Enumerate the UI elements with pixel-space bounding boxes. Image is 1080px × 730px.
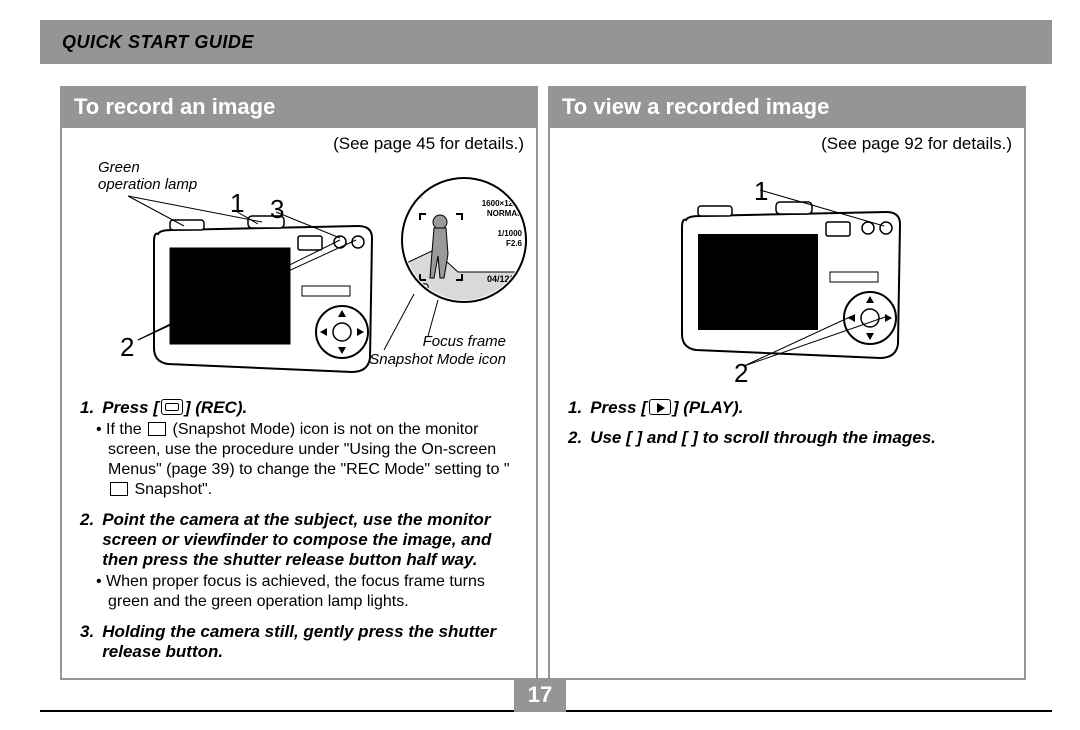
page-number: 17: [514, 678, 566, 712]
step-text: Holding the camera still, gently press t…: [102, 622, 518, 662]
callout-2: 2: [120, 332, 134, 363]
step-number: 2.: [568, 428, 582, 448]
step-number: 2.: [80, 510, 94, 570]
t: Press [: [102, 398, 159, 417]
svg-text:04/12/24: 04/12/24: [487, 274, 522, 284]
callout-1: 1: [754, 176, 768, 207]
callout-2: 2: [734, 358, 748, 389]
annot-focus-frame: Focus frame: [423, 334, 506, 351]
step-1: 1. Press [ ] (REC). • If the (Snapshot Mo…: [80, 398, 518, 500]
manual-page: QUICK START GUIDE To record an image (Se…: [0, 0, 1080, 730]
column-view: To view a recorded image (See page 92 fo…: [548, 86, 1026, 680]
step-1-bullet: • If the (Snapshot Mode) icon is not on …: [80, 420, 518, 500]
step-3: 3. Holding the camera still, gently pres…: [80, 622, 518, 662]
step-text: Press [ ] (REC).: [102, 398, 247, 418]
see-page-view: (See page 92 for details.): [550, 128, 1024, 154]
svg-text:10: 10: [510, 185, 522, 197]
step-text: Press [ ] (PLAY).: [590, 398, 743, 418]
annot-green-lamp: Green operation lamp: [98, 160, 197, 193]
heading-record: To record an image: [62, 88, 536, 128]
callout-1: 1: [230, 188, 244, 219]
t: ] (PLAY).: [673, 398, 744, 417]
annot-snapshot-icon: Snapshot Mode icon: [369, 352, 506, 369]
step-number: 1.: [80, 398, 94, 418]
t: When proper focus is achieved, the focus…: [106, 573, 485, 610]
step-text: Use [ ] and [ ] to scroll through the im…: [590, 428, 936, 448]
column-record: To record an image (See page 45 for deta…: [60, 86, 538, 680]
step-number: 3.: [80, 622, 94, 662]
step-number: 1.: [568, 398, 582, 418]
svg-text:1/1000: 1/1000: [498, 229, 523, 238]
see-page-record: (See page 45 for details.): [62, 128, 536, 154]
steps-record: 1. Press [ ] (REC). • If the (Snapshot Mo…: [62, 394, 536, 682]
play-icon: [649, 399, 671, 415]
steps-view: 1. Press [ ] (PLAY). 2. Use [ ] and [ ] t…: [550, 394, 1024, 468]
camera-view-svg: [562, 158, 1016, 388]
step-2: 2. Use [ ] and [ ] to scroll through the…: [568, 428, 1006, 448]
header-title: QUICK START GUIDE: [62, 32, 254, 53]
callout-3: 3: [270, 194, 284, 225]
rec-icon: [161, 399, 183, 415]
t: ] (REC).: [185, 398, 247, 417]
step-2: 2. Point the camera at the subject, use …: [80, 510, 518, 612]
t: Press [: [590, 398, 647, 417]
snapshot-mode-icon: [110, 482, 128, 496]
step-1: 1. Press [ ] (PLAY).: [568, 398, 1006, 418]
illustration-view: 1 2: [562, 158, 1012, 388]
step-2-bullet: • When proper focus is achieved, the foc…: [80, 572, 518, 612]
snapshot-mode-icon: [148, 422, 166, 436]
heading-view: To view a recorded image: [550, 88, 1024, 128]
svg-text:F2.6: F2.6: [506, 239, 523, 248]
illustration-record: Green operation lamp 1 3 2: [74, 158, 524, 388]
step-text: Point the camera at the subject, use the…: [102, 510, 518, 570]
